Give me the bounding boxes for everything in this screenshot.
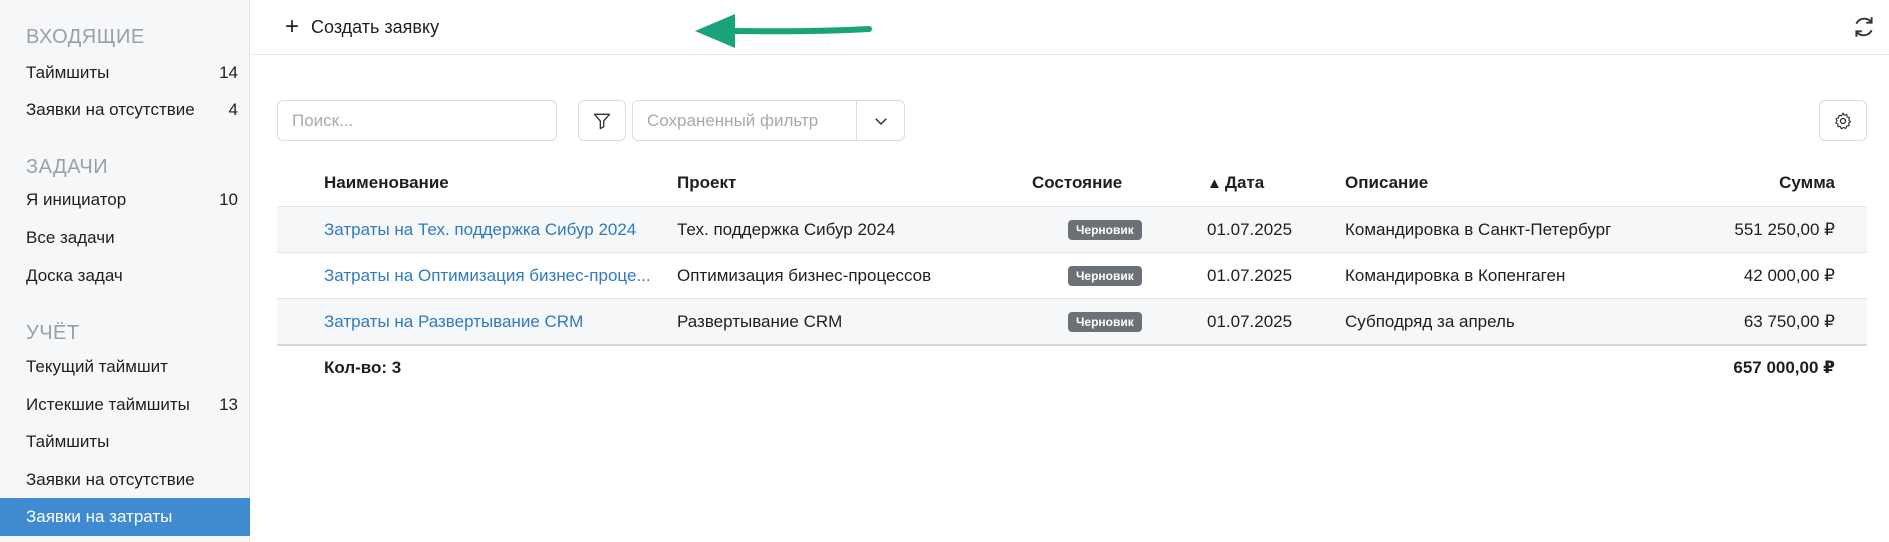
table-header: Наименование Проект Состояние ▲ Дата Опис… <box>277 160 1867 206</box>
request-name-link[interactable]: Затраты на Тех. поддержка Сибур 2024 <box>324 220 664 240</box>
count-badge: 4 <box>228 100 238 119</box>
sidebar-item-absence-inbox[interactable]: Заявки на отсутствие 4 <box>0 91 250 129</box>
saved-filter-select[interactable]: Сохраненный фильтр <box>632 100 905 141</box>
saved-filter-placeholder: Сохраненный фильтр <box>647 110 819 130</box>
sort-asc-icon: ▲ <box>1207 175 1222 192</box>
date-cell: 01.07.2025 <box>1207 311 1293 331</box>
table-row[interactable]: Затраты на Развертывание CRM Развертыван… <box>277 298 1867 344</box>
count-badge: 10 <box>219 190 238 209</box>
sidebar-item-expense-requests[interactable]: Заявки на затраты <box>0 498 250 536</box>
table-row[interactable]: Затраты на Оптимизация бизнес-проце... О… <box>277 252 1867 298</box>
state-cell: Черновик <box>1032 311 1172 332</box>
column-header-name[interactable]: Наименование <box>324 173 664 193</box>
date-cell: 01.07.2025 <box>1207 265 1293 285</box>
saved-filter-dropdown-button[interactable] <box>856 101 904 140</box>
description-cell: Командировка в Копенгаген <box>1345 265 1566 285</box>
project-cell: Развертывание CRM <box>677 311 843 331</box>
sidebar-item-absence-requests[interactable]: Заявки на отсутствие <box>0 461 250 499</box>
column-header-description[interactable]: Описание <box>1345 173 1675 193</box>
table-settings-button[interactable] <box>1819 100 1867 141</box>
description-cell: Субподряд за апрель <box>1345 311 1515 331</box>
sum-cell: 63 750,00 ₽ <box>1743 311 1835 331</box>
date-cell: 01.07.2025 <box>1207 219 1293 239</box>
project-cell: Оптимизация бизнес-процессов <box>677 265 932 285</box>
sum-cell: 42 000,00 ₽ <box>1743 265 1835 285</box>
column-header-date[interactable]: ▲ Дата <box>1207 173 1327 193</box>
create-request-label: Создать заявку <box>311 16 440 37</box>
sidebar: ВХОДЯЩИЕ Таймшиты 14 Заявки на отсутстви… <box>0 0 250 542</box>
column-header-sum[interactable]: Сумма <box>1655 173 1835 193</box>
sidebar-item-timesheets[interactable]: Таймшиты <box>0 423 250 461</box>
sidebar-item-initiator[interactable]: Я инициатор 10 <box>0 181 250 219</box>
sidebar-item-timesheets-inbox[interactable]: Таймшиты 14 <box>0 54 250 92</box>
column-header-state[interactable]: Состояние <box>1032 173 1172 193</box>
row-count: Кол-во: 3 <box>324 358 402 377</box>
project-cell: Тех. поддержка Сибур 2024 <box>677 219 896 239</box>
plus-icon: + <box>285 13 300 40</box>
filter-icon <box>593 113 611 129</box>
state-cell: Черновик <box>1032 219 1172 240</box>
status-badge: Черновик <box>1068 266 1142 286</box>
chevron-down-icon <box>874 117 887 125</box>
section-title-tasks: ЗАДАЧИ <box>26 156 109 178</box>
sidebar-item-task-board[interactable]: Доска задач <box>0 257 250 295</box>
total-sum: 657 000,00 ₽ <box>1733 358 1835 377</box>
status-badge: Черновик <box>1068 312 1142 332</box>
sidebar-item-all-tasks[interactable]: Все задачи <box>0 219 250 257</box>
count-badge: 14 <box>219 63 238 82</box>
annotation-arrow-icon <box>695 14 872 48</box>
table-row[interactable]: Затраты на Тех. поддержка Сибур 2024 Тех… <box>277 206 1867 252</box>
section-title-accounting: УЧЁТ <box>26 322 80 344</box>
state-cell: Черновик <box>1032 265 1172 286</box>
table-footer: Кол-во: 3 657 000,00 ₽ <box>277 344 1867 390</box>
filter-button[interactable] <box>578 100 626 141</box>
request-name-link[interactable]: Затраты на Развертывание CRM <box>324 312 664 332</box>
sidebar-item-current-timesheet[interactable]: Текущий таймшит <box>0 348 250 386</box>
description-cell: Командировка в Санкт-Петербург <box>1345 219 1612 239</box>
gear-icon <box>1835 112 1852 129</box>
sum-cell: 551 250,00 ₽ <box>1734 219 1835 239</box>
request-name-link[interactable]: Затраты на Оптимизация бизнес-проце... <box>324 266 664 286</box>
column-header-project[interactable]: Проект <box>677 173 1017 193</box>
search-input[interactable] <box>277 100 557 141</box>
sidebar-item-expired-timesheets[interactable]: Истекшие таймшиты 13 <box>0 386 250 424</box>
create-request-button[interactable]: + Создать заявку <box>285 12 439 42</box>
refresh-icon[interactable] <box>1851 14 1877 40</box>
top-toolbar: + Создать заявку <box>251 0 1889 55</box>
count-badge: 13 <box>219 395 238 414</box>
section-title-inbox: ВХОДЯЩИЕ <box>26 26 145 48</box>
status-badge: Черновик <box>1068 220 1142 240</box>
